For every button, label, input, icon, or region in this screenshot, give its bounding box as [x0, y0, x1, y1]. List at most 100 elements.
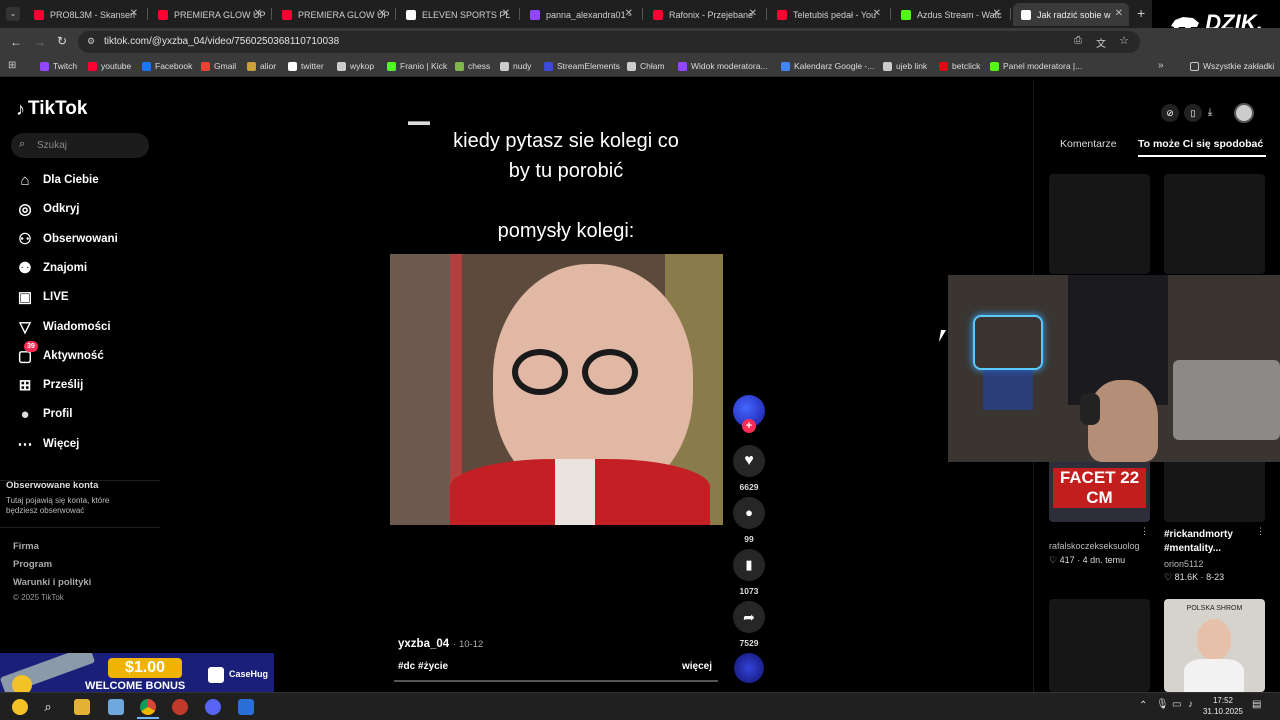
bookmark-item[interactable]: chess	[455, 61, 490, 71]
nav-item[interactable]: ▣ LIVE	[16, 288, 69, 306]
tab-close-icon[interactable]: ✕	[749, 8, 757, 19]
new-tab-button[interactable]: +	[1137, 5, 1145, 21]
card-2-user[interactable]: orion5112	[1164, 559, 1203, 569]
save-button[interactable]: ▮	[733, 549, 765, 581]
profile-avatar-icon[interactable]	[1234, 103, 1254, 123]
tiktok-logo[interactable]: ♪ TikTok	[16, 98, 87, 120]
video-author-name[interactable]: yxzba_04	[398, 638, 449, 650]
follow-plus-icon[interactable]: +	[742, 419, 756, 433]
back-icon[interactable]: ←	[10, 35, 22, 49]
related-thumb-1[interactable]	[1049, 174, 1150, 274]
browser-tab[interactable]: PRO8L3M - Skansen ✕	[26, 3, 144, 26]
notifications-icon[interactable]: ▤	[1252, 699, 1261, 710]
search-input[interactable]: ⌕ Szukaj	[11, 133, 149, 158]
bookmark-item[interactable]: ujeb link	[883, 61, 927, 71]
all-bookmarks-folder[interactable]: Wszystkie zakładki	[1190, 61, 1274, 71]
related-video-card-2[interactable]	[1164, 458, 1265, 522]
bookmark-item[interactable]: betclick	[939, 61, 980, 71]
bookmark-item[interactable]: Gmail	[201, 61, 236, 71]
tab-close-icon[interactable]: ✕	[873, 8, 881, 19]
chrome-icon[interactable]	[140, 699, 156, 715]
address-bar[interactable]: ⚙ tiktok.com/@yxzba_04/video/75602503681…	[78, 31, 1140, 53]
tab-close-icon[interactable]: ✕	[130, 8, 138, 19]
footer-link-program[interactable]: Program	[13, 559, 52, 570]
tab-close-icon[interactable]: ✕	[378, 8, 386, 19]
bookmark-item[interactable]: twitter	[288, 61, 324, 71]
bookmark-item[interactable]: Kalendarz Google -...	[781, 61, 874, 71]
bookmark-item[interactable]: Facebook	[142, 61, 192, 71]
nav-item[interactable]: ⚉ Znajomi	[16, 259, 87, 277]
bookmark-item[interactable]: youtube	[88, 61, 131, 71]
tab-close-icon[interactable]: ✕	[625, 8, 633, 19]
footer-link-terms[interactable]: Warunki i polityki	[13, 577, 91, 588]
microphone-icon[interactable]: 🎙︎	[1156, 699, 1169, 710]
bookmark-star-icon[interactable]: ☆	[1119, 34, 1129, 47]
browser-tab[interactable]: Azdus Stream - Watc ✕	[893, 3, 1007, 26]
tab-related[interactable]: To może Ci się spodobać	[1138, 138, 1263, 150]
browser-tab[interactable]: Teletubiś pedał - You ✕	[769, 3, 887, 26]
apps-grid-icon[interactable]: ⊞	[8, 60, 16, 71]
tab-comments[interactable]: Komentarze	[1060, 138, 1117, 150]
taskbar-window-icon[interactable]	[238, 699, 254, 715]
nav-item[interactable]: ◎ Odkryj	[16, 200, 79, 218]
bookmarks-overflow-icon[interactable]: »	[1158, 60, 1164, 71]
bookmark-item[interactable]: alior	[247, 61, 276, 71]
clock-date[interactable]: 31.10.2025	[1200, 707, 1246, 716]
bookmark-item[interactable]: wykop	[337, 61, 374, 71]
comment-button[interactable]: ●	[733, 497, 765, 529]
volume-icon[interactable]: ♪	[1188, 699, 1193, 710]
related-video-card-1[interactable]: FACET 22 CM	[1049, 458, 1150, 522]
tray-chevron-icon[interactable]: ⌃	[1139, 700, 1147, 711]
browser-tab[interactable]: panna_alexandra01 - ✕	[522, 3, 639, 26]
bookmark-item[interactable]: Franio | Kick	[387, 61, 447, 71]
bookmark-item[interactable]: Twitch	[40, 61, 77, 71]
video-progress-bar[interactable]	[394, 680, 718, 682]
bookmark-item[interactable]: nudy	[500, 61, 531, 71]
network-icon[interactable]: ▭	[1172, 699, 1181, 710]
browser-tab[interactable]: PREMIERA GLOW UP ✕	[150, 3, 268, 26]
browser-tab[interactable]: ELEVEN SPORTS PL ✕	[398, 3, 516, 26]
nav-item[interactable]: ▽ Wiadomości	[16, 318, 110, 336]
video-player[interactable]	[390, 254, 723, 525]
install-icon[interactable]: ⎙	[1074, 35, 1082, 46]
bookmark-item[interactable]: StreamElements	[544, 61, 620, 71]
explore-icon[interactable]: ⊘	[1161, 104, 1179, 122]
like-button[interactable]: ♥	[733, 445, 765, 477]
bookmark-item[interactable]: Panel moderatora |...	[990, 61, 1082, 71]
browser-tab[interactable]: Rafonix - Przejebane ✕	[645, 3, 763, 26]
browser-tab[interactable]: PREMIERA GLOW UP ✕	[274, 3, 392, 26]
share-button[interactable]: ➦	[733, 601, 765, 633]
nav-item[interactable]: ● Profil	[16, 405, 72, 423]
video-hashtags[interactable]: #dc #życie	[398, 661, 448, 672]
card-1-user[interactable]: rafalskoczekseksuolog	[1049, 541, 1140, 551]
video-more-link[interactable]: więcej	[682, 661, 712, 672]
nav-item[interactable]: ▢ Aktywność 39	[16, 340, 104, 365]
taskbar-app-icon[interactable]	[108, 699, 124, 715]
nav-item[interactable]: ⌂ Dla Ciebie	[16, 171, 98, 189]
reload-icon[interactable]: ↻	[57, 34, 67, 48]
casehug-ad-banner[interactable]: $1.00 WELCOME BONUS CaseHug	[0, 653, 274, 692]
bookmark-item[interactable]: Chłam	[627, 61, 665, 71]
card-2-title[interactable]: #rickandmorty #mentality...	[1164, 528, 1264, 556]
related-thumb-3[interactable]	[1049, 599, 1150, 692]
file-explorer-icon[interactable]	[74, 699, 90, 715]
tab-close-icon[interactable]: ✕	[254, 8, 262, 19]
device-icon[interactable]: ▯	[1184, 104, 1202, 122]
tab-search-button[interactable]: ⌄	[6, 7, 20, 21]
tab-close-icon[interactable]: ✕	[1115, 8, 1123, 19]
taskbar-search-icon[interactable]: ⌕	[40, 699, 56, 715]
nav-item[interactable]: ⊞ Prześlij	[16, 376, 84, 394]
nav-item[interactable]: ⚇ Obserwowani	[16, 230, 118, 248]
site-info-icon[interactable]: ⚙	[87, 36, 95, 47]
forward-icon[interactable]: →	[34, 35, 46, 49]
clock-time[interactable]: 17:52	[1203, 696, 1243, 705]
translate-icon[interactable]: 文	[1096, 35, 1106, 50]
browser-tab[interactable]: Jak radzić sobie w ✕	[1013, 3, 1129, 26]
card-1-menu-icon[interactable]: ⋮	[1140, 526, 1149, 537]
tab-close-icon[interactable]: ✕	[993, 8, 1001, 19]
music-disc-icon[interactable]	[734, 653, 764, 683]
download-icon[interactable]: ⤓	[1201, 104, 1219, 122]
start-icon[interactable]	[12, 699, 28, 715]
bookmark-item[interactable]: Widok moderatora...	[678, 61, 768, 71]
footer-link-company[interactable]: Firma	[13, 541, 39, 552]
